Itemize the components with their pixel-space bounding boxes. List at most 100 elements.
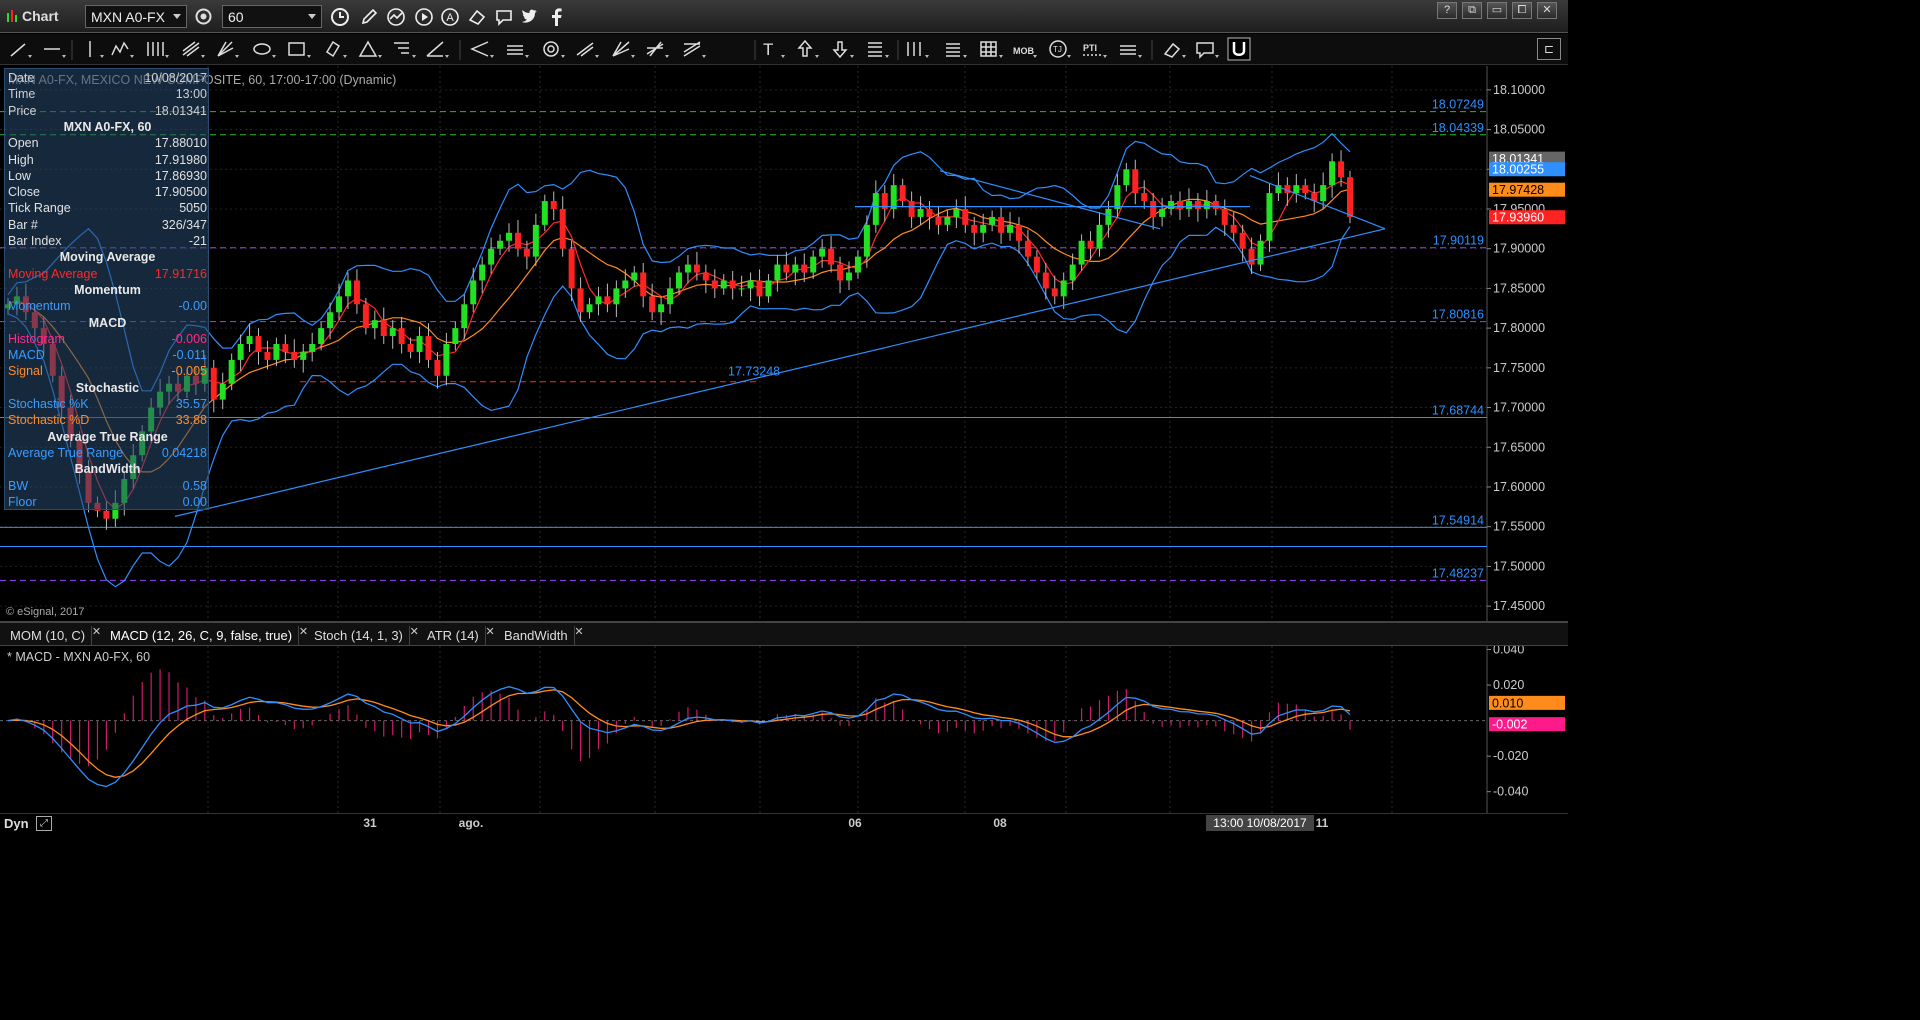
twitter-icon[interactable] [518, 5, 541, 28]
close-tab-icon[interactable]: ✕ [574, 625, 583, 638]
time-tick-label: 11 [1316, 816, 1329, 830]
candle-body [980, 224, 987, 233]
play-icon[interactable] [412, 5, 435, 28]
channel-tool[interactable] [394, 42, 416, 58]
ellipse-tool[interactable] [253, 43, 276, 58]
time-tick-label: 31 [363, 816, 377, 830]
fib-time-tool[interactable] [576, 42, 599, 58]
candle-body [845, 272, 852, 281]
tab-indicator[interactable]: MOM (10, C) ✕ [4, 626, 101, 646]
horizontal-line-tool[interactable] [44, 48, 66, 58]
fan-tool[interactable] [182, 41, 205, 58]
pitchfork-tool[interactable] [147, 42, 169, 58]
band-tool[interactable] [868, 42, 889, 58]
eraser-tool[interactable] [1163, 42, 1186, 58]
triangle-tool[interactable] [358, 40, 382, 58]
candle-body [1096, 224, 1103, 249]
tab-indicator[interactable]: BandWidth ✕ [498, 626, 584, 646]
clock-icon[interactable] [328, 5, 351, 28]
macd-background [0, 646, 1568, 813]
data-window-value: 13:00 [175, 87, 207, 102]
candle-body [971, 224, 978, 233]
close-tab-icon[interactable]: ✕ [299, 625, 308, 638]
angle-tool[interactable] [907, 42, 929, 58]
polyline-tool[interactable] [111, 41, 134, 58]
data-window-key: Average True Range [8, 445, 124, 460]
parallel-tool[interactable] [470, 41, 494, 58]
data-window-value: -21 [188, 234, 207, 248]
data-window-key: High [8, 152, 34, 167]
rectangle-tool[interactable] [288, 42, 311, 58]
interval-input[interactable]: 60 [222, 5, 322, 28]
data-window-heading: BandWidth [74, 462, 141, 477]
tab-indicator[interactable]: ATR (14) ✕ [421, 626, 495, 646]
data-window-row: Price 18.01341 [8, 104, 207, 120]
candle-body [1248, 248, 1255, 265]
text-tool[interactable]: T [763, 40, 785, 59]
fib-retracement-tool[interactable] [543, 41, 565, 58]
facebook-icon[interactable] [544, 5, 567, 28]
close-tab-icon[interactable]: ✕ [92, 625, 101, 638]
candle-body [989, 216, 996, 225]
candle-body [389, 328, 396, 337]
data-window-value: 326/347 [161, 217, 207, 232]
candle-body [461, 304, 468, 329]
diamond-tool[interactable] [325, 40, 347, 58]
candle-body [470, 280, 477, 305]
arrow-up-tool[interactable] [797, 39, 819, 58]
tj-tool[interactable]: TJ [1049, 40, 1071, 58]
symbol-input[interactable]: MXN A0-FX [85, 5, 187, 28]
speed-lines-tool[interactable] [683, 41, 706, 58]
data-window-key: Moving Average [8, 266, 98, 281]
fib-arc-tool[interactable] [646, 41, 669, 58]
pencil-icon[interactable] [357, 5, 380, 28]
fib-extension-tool[interactable] [612, 41, 635, 58]
tab-label: MACD (12, 26, C, 9, false, true) [110, 628, 293, 643]
vertical-line-tool[interactable] [89, 41, 104, 58]
gann-tool[interactable] [217, 41, 239, 58]
cycle-tool[interactable] [426, 41, 449, 58]
data-window-row: Bar # 326/347 [8, 218, 207, 234]
eraser-icon[interactable] [465, 5, 488, 28]
price-chart[interactable]: 18.1000018.0500018.0000017.9500017.90000… [0, 66, 1568, 622]
candle-body [828, 248, 835, 265]
data-window-key: Stochastic %D [8, 413, 90, 428]
chat-tool[interactable] [1196, 42, 1219, 59]
candle-body [532, 224, 539, 257]
close-button[interactable]: ✕ [1537, 2, 1557, 19]
line-tool[interactable] [10, 43, 32, 58]
close-tab-icon[interactable]: ✕ [486, 625, 495, 638]
candle-body [550, 201, 557, 209]
candle-body [291, 351, 298, 360]
zig-zag-tool[interactable] [946, 43, 967, 58]
grid-tool[interactable] [980, 41, 1003, 58]
mob-tool[interactable]: MOB [1013, 46, 1037, 58]
link-button[interactable]: ⧉ [1462, 2, 1482, 19]
settings-gear-icon[interactable] [192, 5, 215, 28]
data-window-key: Bar Index [8, 234, 62, 248]
macd-chart[interactable]: 0.040 0.020 -0.020 -0.040 0.010 -0.002 [0, 646, 1568, 813]
candle-body [514, 232, 521, 249]
magnet-tool[interactable] [1227, 37, 1251, 61]
close-tab-icon[interactable]: ✕ [410, 625, 419, 638]
tab-indicator[interactable]: Stoch (14, 1, 3) ✕ [308, 626, 419, 646]
data-window-key: Date [8, 71, 35, 85]
help-button[interactable]: ? [1437, 2, 1457, 19]
minimize-button[interactable]: ▭ [1487, 2, 1507, 19]
tab-indicator[interactable]: MACD (12, 26, C, 9, false, true) ✕ [104, 626, 308, 646]
candle-body [854, 256, 861, 273]
comment-icon[interactable] [492, 5, 515, 28]
alert-icon[interactable]: A [438, 5, 461, 28]
fib-circle-tool[interactable] [507, 45, 529, 58]
candle-body [246, 336, 253, 344]
panel-toggle-icon[interactable]: ⊏ [1537, 38, 1561, 60]
chevron-down-icon[interactable] [308, 14, 316, 19]
arrow-down-tool[interactable] [832, 41, 854, 59]
chevron-down-icon[interactable] [173, 14, 181, 19]
wave-icon[interactable] [384, 5, 407, 28]
elliott-tool[interactable] [1120, 45, 1142, 58]
restore-button[interactable]: ⧠ [1512, 2, 1532, 19]
candle-body [1033, 256, 1040, 273]
pti-tool[interactable]: PTI [1083, 43, 1107, 58]
candle-body [872, 193, 879, 225]
